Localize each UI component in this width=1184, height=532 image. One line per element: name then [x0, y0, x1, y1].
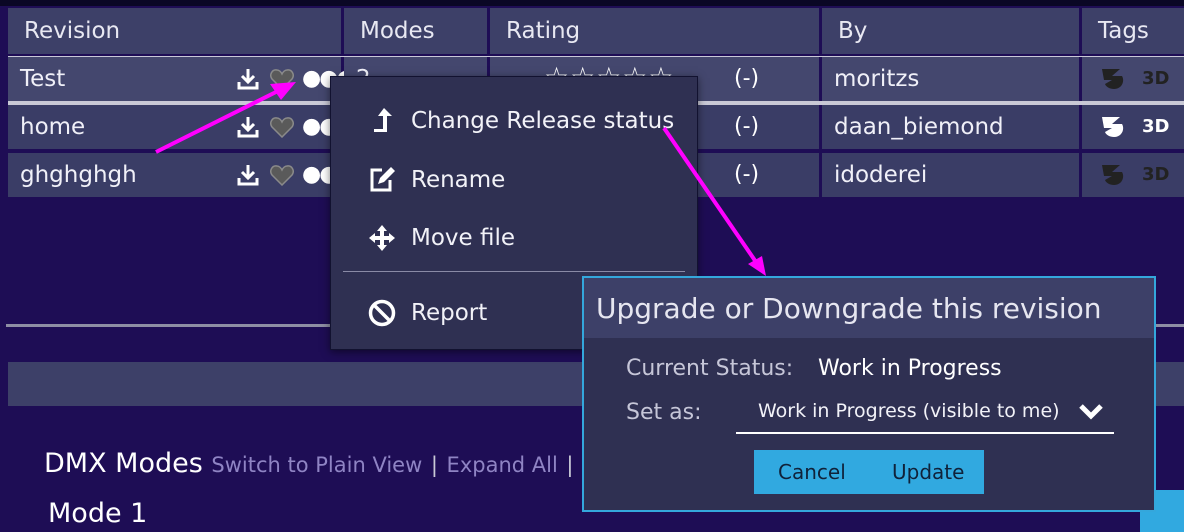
- rating-count: (-): [734, 162, 760, 187]
- heart-icon[interactable]: [270, 163, 294, 187]
- header-rating[interactable]: Rating: [490, 8, 822, 54]
- tag-3d: 3D: [1142, 116, 1170, 137]
- menu-item-label: Change Release status: [411, 108, 675, 134]
- release-status-dialog: Upgrade or Downgrade this revision Curre…: [582, 276, 1156, 512]
- header-by[interactable]: By: [822, 8, 1082, 54]
- download-icon[interactable]: [236, 163, 260, 187]
- heart-icon[interactable]: [270, 115, 294, 139]
- top-border: [0, 0, 1184, 6]
- menu-item-label: Move file: [411, 225, 516, 251]
- author-cell[interactable]: moritzs: [822, 57, 1082, 101]
- menu-separator: [343, 271, 685, 272]
- arrow-up-icon: [367, 106, 397, 136]
- author-cell[interactable]: daan_biemond: [822, 105, 1082, 149]
- menu-item-label: Rename: [411, 167, 506, 193]
- link-separator: |: [566, 453, 574, 477]
- download-icon[interactable]: [236, 115, 260, 139]
- menu-item-report[interactable]: Report: [367, 293, 487, 333]
- blender-logo-icon: [1102, 117, 1124, 137]
- move-icon: [367, 223, 397, 253]
- status-select[interactable]: Work in Progress (visible to me): [736, 394, 1114, 434]
- rating-count: (-): [734, 114, 760, 139]
- tag-3d: 3D: [1142, 68, 1170, 89]
- dialog-button-bar: Cancel Update: [754, 450, 984, 494]
- menu-item-label: Report: [411, 300, 488, 326]
- mode-title[interactable]: Mode 1: [48, 498, 147, 529]
- link-separator: |: [430, 453, 438, 477]
- set-as-label: Set as:: [626, 400, 702, 425]
- dmx-modes-title: DMX Modes: [44, 448, 203, 479]
- dmx-modes-header: DMX Modes Switch to Plain View | Expand …: [44, 448, 573, 479]
- revision-name[interactable]: home: [20, 114, 85, 140]
- chevron-down-icon: [1079, 404, 1103, 420]
- cancel-button[interactable]: Cancel: [778, 450, 846, 494]
- header-revision[interactable]: Revision: [8, 8, 344, 54]
- menu-item-rename[interactable]: Rename: [367, 160, 505, 200]
- switch-view-link[interactable]: Switch to Plain View: [211, 453, 422, 477]
- current-status-label: Current Status:: [626, 356, 794, 381]
- tags-cell: 3D: [1082, 105, 1184, 149]
- heart-icon[interactable]: [270, 67, 294, 91]
- dialog-title: Upgrade or Downgrade this revision: [596, 292, 1102, 325]
- download-icon[interactable]: [236, 67, 260, 91]
- author-cell[interactable]: idoderei: [822, 153, 1082, 197]
- tag-3d: 3D: [1142, 164, 1170, 185]
- menu-item-move-file[interactable]: Move file: [367, 218, 515, 258]
- revision-cell[interactable]: ghghghgh ●●●: [8, 153, 356, 197]
- ban-icon: [367, 298, 397, 328]
- blender-logo-icon: [1102, 165, 1124, 185]
- revision-name[interactable]: ghghghgh: [20, 162, 137, 188]
- tags-cell: 3D: [1082, 153, 1184, 197]
- edit-icon: [367, 165, 397, 195]
- revision-cell[interactable]: Test ●●●: [8, 57, 356, 101]
- current-status-value: Work in Progress: [818, 356, 1002, 381]
- blender-logo-icon: [1102, 69, 1124, 89]
- header-tags[interactable]: Tags: [1082, 8, 1184, 54]
- menu-item-change-release-status[interactable]: Change Release status: [367, 101, 674, 141]
- expand-all-link[interactable]: Expand All: [447, 453, 558, 477]
- status-select-value: Work in Progress (visible to me): [758, 400, 1060, 422]
- revision-cell[interactable]: home ●●●: [8, 105, 356, 149]
- dialog-header: Upgrade or Downgrade this revision: [584, 278, 1154, 338]
- rating-count: (-): [734, 66, 760, 91]
- arrowhead: [748, 256, 766, 276]
- update-button[interactable]: Update: [892, 450, 964, 494]
- header-modes[interactable]: Modes: [344, 8, 490, 54]
- revision-name[interactable]: Test: [20, 66, 65, 92]
- tags-cell: 3D: [1082, 57, 1184, 101]
